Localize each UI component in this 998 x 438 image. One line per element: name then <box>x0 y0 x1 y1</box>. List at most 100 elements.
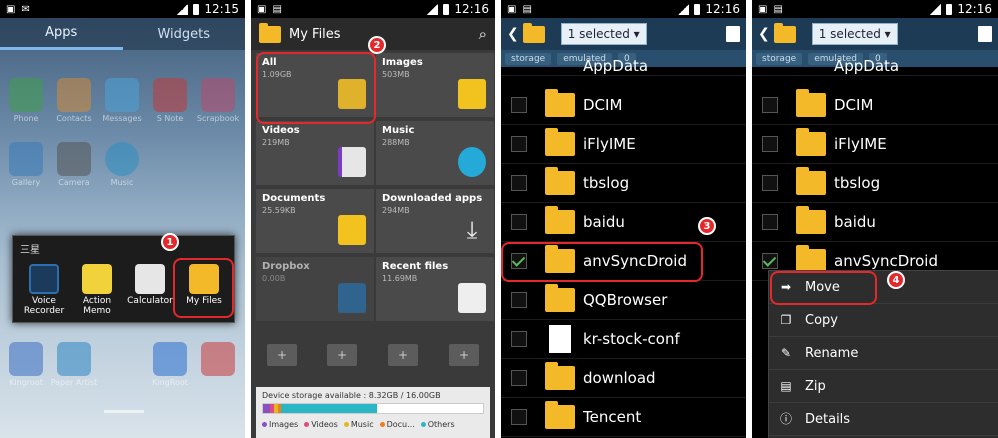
category-downloaded-apps[interactable]: Downloaded apps 294MB ⤓ <box>376 189 494 253</box>
storage-usage-bar <box>262 403 484 414</box>
folder-row[interactable]: baidu <box>752 203 998 242</box>
folder-name: anvSyncDroid <box>834 252 938 270</box>
category-dropbox[interactable]: Dropbox 0.00B <box>256 257 374 321</box>
row-checkbox[interactable] <box>511 136 527 152</box>
folder-row[interactable]: DCIM <box>752 86 998 125</box>
selection-dropdown[interactable]: 1 selected ▾ <box>811 23 898 45</box>
legend-dot-icon <box>420 422 426 427</box>
row-checkbox[interactable] <box>511 214 527 230</box>
app-paper-artist: Paper Artist <box>50 342 98 387</box>
highlight-my-files <box>173 258 234 318</box>
menu-item-label: Rename <box>805 345 859 361</box>
image-icon: ▤ <box>272 3 282 15</box>
row-checkbox[interactable] <box>511 409 527 425</box>
battery-icon <box>694 3 701 15</box>
highlight-all <box>256 52 376 124</box>
tab-apps[interactable]: Apps <box>0 18 123 50</box>
menu-item-label: Copy <box>805 312 838 328</box>
menu-item-details[interactable]: ⓘ Details <box>769 403 998 436</box>
app-unknown <box>194 342 242 378</box>
row-checkbox[interactable] <box>762 214 778 230</box>
legend-item: Videos <box>304 420 338 429</box>
recent-files-icon <box>458 283 486 313</box>
folder-row[interactable]: tbslog <box>752 164 998 203</box>
battery-icon <box>946 3 953 15</box>
app-messages: Messages <box>98 78 146 123</box>
menu-item-label: Details <box>805 411 851 427</box>
folder-row[interactable]: iFlyIME <box>752 125 998 164</box>
row-checkbox[interactable] <box>511 292 527 308</box>
folder-row[interactable]: Tencent <box>501 398 746 437</box>
search-icon[interactable]: ⌕ <box>479 25 487 43</box>
menu-item-rename[interactable]: ✎ Rename <box>769 337 998 370</box>
selection-dropdown[interactable]: 1 selected ▾ <box>560 23 647 45</box>
folder-row[interactable]: AppData <box>752 56 998 76</box>
app-kingroot: Kingroot <box>2 342 50 387</box>
folder-row[interactable]: AppData <box>501 56 746 76</box>
folder-row[interactable]: download <box>501 359 746 398</box>
image-icon <box>458 79 486 109</box>
add-folder-icon: + <box>327 344 357 366</box>
row-checkbox[interactable] <box>511 370 527 386</box>
add-folder-slot-3[interactable]: + <box>378 330 428 380</box>
row-checkbox[interactable] <box>762 175 778 191</box>
category-videos[interactable]: Videos 219MB <box>256 121 374 185</box>
category-documents[interactable]: Documents 25.59KB <box>256 189 374 253</box>
folder-name: DCIM <box>583 96 623 114</box>
row-checkbox[interactable] <box>511 331 527 347</box>
folder-name: kr-stock-conf <box>583 330 680 348</box>
battery-icon <box>443 3 450 15</box>
page-title: My Files <box>289 26 341 42</box>
clock: 12:16 <box>957 2 992 16</box>
row-checkbox[interactable] <box>511 97 527 113</box>
category-images[interactable]: Images 503MB <box>376 53 494 117</box>
folder-row[interactable]: DCIM <box>501 86 746 125</box>
menu-item-copy[interactable]: ❐ Copy <box>769 304 998 337</box>
app-gallery: Gallery <box>2 142 50 187</box>
status-bar: ▣ ▤ 12:16 <box>752 0 998 18</box>
notification-icon: ✉ <box>21 3 30 15</box>
tab-widgets[interactable]: Widgets <box>123 18 246 50</box>
category-music[interactable]: Music 288MB <box>376 121 494 185</box>
clock: 12:16 <box>454 2 489 16</box>
folder-row[interactable]: kr-stock-conf <box>501 320 746 359</box>
folder-row[interactable]: iFlyIME <box>501 125 746 164</box>
app-action-memo[interactable]: Action Memo <box>70 264 124 316</box>
folder-icon <box>545 362 575 390</box>
row-checkbox[interactable] <box>762 97 778 113</box>
row-checkbox[interactable] <box>762 136 778 152</box>
app-calculator[interactable]: Calculator <box>123 264 177 306</box>
folder-icon <box>545 128 575 156</box>
app-voice-recorder[interactable]: Voice Recorder <box>17 264 71 316</box>
back-icon[interactable]: ❮ <box>758 26 770 42</box>
back-icon[interactable]: ❮ <box>507 26 519 42</box>
video-icon <box>338 147 366 177</box>
delete-icon[interactable] <box>978 26 992 42</box>
folder-row[interactable]: QQBrowser <box>501 281 746 320</box>
add-folder-slot-2[interactable]: + <box>317 330 367 380</box>
add-folder-slot-1[interactable]: + <box>257 330 307 380</box>
legend-label: Videos <box>311 420 338 429</box>
download-icon: ⤓ <box>466 216 478 244</box>
storage-legend: Images Videos Music Docu... Others <box>262 420 484 429</box>
legend-label: Others <box>427 420 455 429</box>
signal-icon <box>427 3 439 15</box>
zip-icon: ▤ <box>780 379 792 393</box>
folder-icon <box>545 206 575 234</box>
folder-name: Tencent <box>583 408 642 426</box>
category-recent-files[interactable]: Recent files 11.69MB <box>376 257 494 321</box>
row-checkbox[interactable] <box>511 175 527 191</box>
legend-label: Docu... <box>386 420 415 429</box>
folder-name: baidu <box>583 213 625 231</box>
folder-name: AppData <box>834 56 900 75</box>
storage-label: Device storage available : 8.32GB / 16.0… <box>262 391 441 400</box>
menu-item-zip[interactable]: ▤ Zip <box>769 370 998 403</box>
folder-row[interactable]: tbslog <box>501 164 746 203</box>
app-phone: Phone <box>2 78 50 123</box>
add-folder-slot-4[interactable]: + <box>439 330 489 380</box>
folder-name: tbslog <box>834 174 881 192</box>
storage-segment <box>263 404 270 413</box>
delete-icon[interactable] <box>726 26 740 42</box>
row-checkbox[interactable] <box>762 253 778 269</box>
signal-icon <box>177 3 189 15</box>
